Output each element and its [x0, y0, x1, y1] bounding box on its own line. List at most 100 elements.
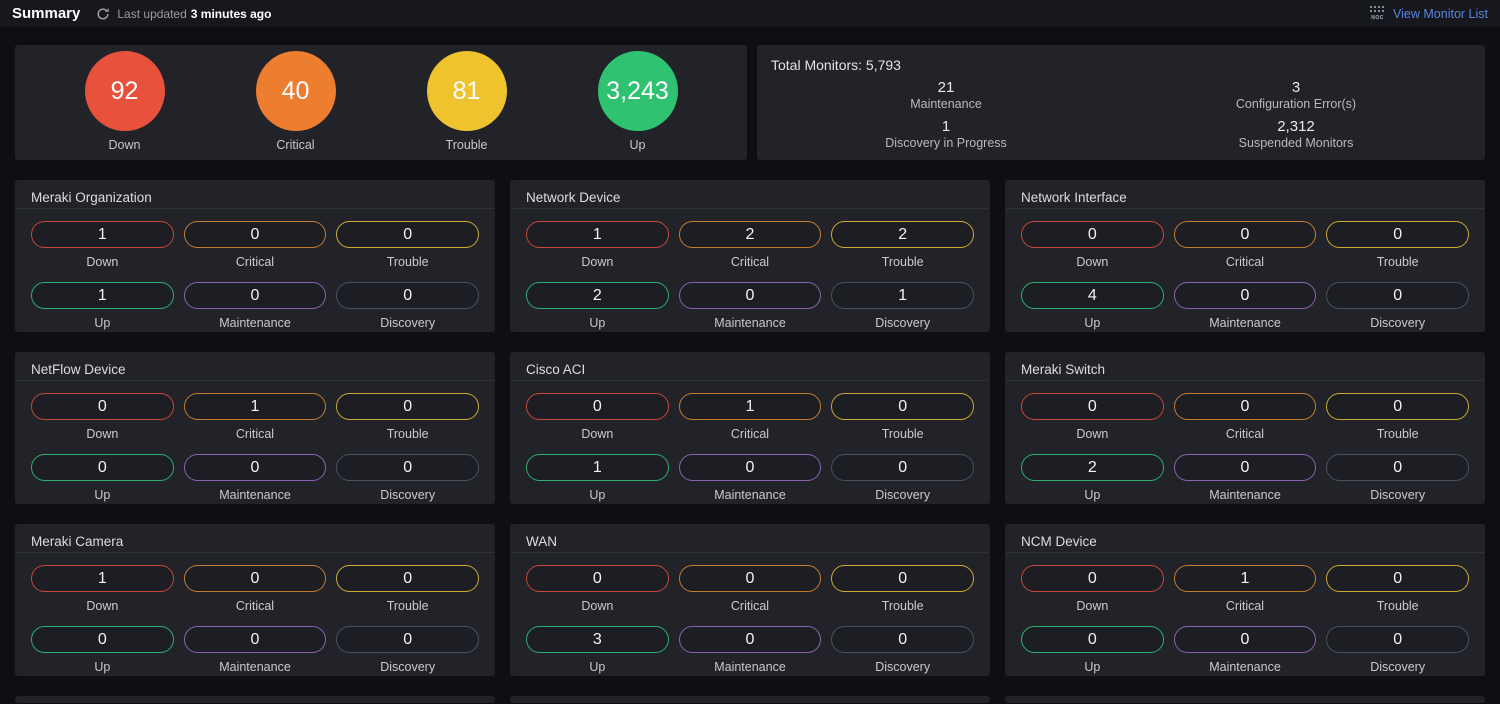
status-circle[interactable]: 81: [427, 51, 507, 131]
maintenance-label: Maintenance: [714, 488, 786, 502]
down-count-pill[interactable]: 0: [526, 393, 669, 420]
status-count-cell: 0 Up: [31, 454, 174, 502]
critical-count-pill[interactable]: 1: [679, 393, 822, 420]
critical-label: Critical: [1226, 255, 1264, 269]
maintenance-label: Maintenance: [1209, 316, 1281, 330]
maintenance-count-pill[interactable]: 0: [679, 282, 822, 309]
trouble-count-pill[interactable]: 2: [831, 221, 974, 248]
discovery-count-pill[interactable]: 0: [336, 626, 479, 653]
discovery-count-pill[interactable]: 0: [1326, 454, 1469, 481]
monitor-card: WAN0Down0Critical0Trouble3Up0Maintenance…: [510, 524, 990, 676]
critical-count-pill[interactable]: 0: [184, 221, 327, 248]
critical-count-pill[interactable]: 0: [184, 565, 327, 592]
maintenance-count-pill[interactable]: 0: [679, 454, 822, 481]
status-circle[interactable]: 92: [85, 51, 165, 131]
discovery-count-pill[interactable]: 0: [831, 454, 974, 481]
status-count-cell: 0Trouble: [336, 393, 479, 441]
up-count-pill[interactable]: 0: [1021, 626, 1164, 653]
status-count-cell: 0Maintenance: [1174, 454, 1317, 502]
status-count-cell: 0 Critical: [679, 565, 822, 613]
critical-count-pill[interactable]: 1: [1174, 565, 1317, 592]
maintenance-count-pill[interactable]: 0: [184, 282, 327, 309]
discovery-count-pill[interactable]: 0: [831, 626, 974, 653]
up-count-pill[interactable]: 3: [526, 626, 669, 653]
status-item-down[interactable]: 92 Down: [85, 43, 165, 152]
status-circle[interactable]: 3,243: [598, 51, 678, 131]
up-count-pill[interactable]: 0: [31, 454, 174, 481]
trouble-label: Trouble: [882, 427, 924, 441]
down-count-pill[interactable]: 0: [1021, 393, 1164, 420]
maintenance-label: Maintenance: [1209, 660, 1281, 674]
up-count-pill[interactable]: 1: [31, 282, 174, 309]
discovery-count-pill[interactable]: 1: [831, 282, 974, 309]
critical-count-pill[interactable]: 2: [679, 221, 822, 248]
status-item-up[interactable]: 3,243 Up: [598, 43, 678, 152]
maintenance-count-pill[interactable]: 0: [1174, 454, 1317, 481]
noc-view-icon[interactable]: NOC: [1370, 6, 1385, 21]
critical-count-pill[interactable]: 0: [679, 565, 822, 592]
status-count-cell: 0Down: [526, 393, 669, 441]
status-count-cell: 0Discovery: [336, 282, 479, 330]
down-count-pill[interactable]: 0: [526, 565, 669, 592]
monitor-card: NetFlow Device0Down1Critical0Trouble0Up0…: [15, 352, 495, 504]
discovery-label: Discovery: [1370, 660, 1425, 674]
up-label: Up: [94, 488, 110, 502]
critical-label: Critical: [236, 255, 274, 269]
up-label: Up: [1084, 316, 1100, 330]
critical-count-pill[interactable]: 0: [1174, 221, 1317, 248]
trouble-count-pill[interactable]: 0: [1326, 393, 1469, 420]
status-circle[interactable]: 40: [256, 51, 336, 131]
monitor-card: Meraki Organization1Down0Critical0Troubl…: [15, 180, 495, 332]
down-count-pill[interactable]: 0: [1021, 565, 1164, 592]
refresh-icon[interactable]: [96, 7, 110, 21]
last-updated-value: 3 minutes ago: [191, 7, 272, 21]
trouble-count-pill[interactable]: 0: [336, 393, 479, 420]
trouble-count-pill[interactable]: 0: [1326, 221, 1469, 248]
maintenance-count-pill[interactable]: 0: [184, 626, 327, 653]
trouble-count-pill[interactable]: 0: [831, 393, 974, 420]
card-title: Meraki Switch: [1005, 352, 1485, 380]
critical-label: Critical: [731, 599, 769, 613]
down-count-pill[interactable]: 1: [31, 221, 174, 248]
view-monitor-list-link[interactable]: View Monitor List: [1393, 7, 1488, 21]
critical-count-pill[interactable]: 1: [184, 393, 327, 420]
trouble-count-pill[interactable]: 0: [1326, 565, 1469, 592]
status-count-cell: 2Trouble: [831, 221, 974, 269]
up-count-pill[interactable]: 0: [31, 626, 174, 653]
trouble-count-pill[interactable]: 0: [831, 565, 974, 592]
maintenance-label: Maintenance: [219, 316, 291, 330]
trouble-count-pill[interactable]: 0: [336, 221, 479, 248]
maintenance-count-pill[interactable]: 0: [679, 626, 822, 653]
down-count-pill[interactable]: 0: [1021, 221, 1164, 248]
status-item-trouble[interactable]: 81 Trouble: [427, 43, 507, 152]
discovery-count-pill[interactable]: 0: [336, 454, 479, 481]
card-title: Network Device: [510, 180, 990, 208]
discovery-label: Discovery: [380, 660, 435, 674]
status-count-cell: 0Maintenance: [679, 282, 822, 330]
up-count-pill[interactable]: 4: [1021, 282, 1164, 309]
trouble-label: Trouble: [1377, 599, 1419, 613]
critical-label: Critical: [236, 427, 274, 441]
up-count-pill[interactable]: 2: [1021, 454, 1164, 481]
trouble-count-pill[interactable]: 0: [336, 565, 479, 592]
status-item-critical[interactable]: 40 Critical: [256, 43, 336, 152]
maintenance-count-pill[interactable]: 0: [184, 454, 327, 481]
status-count-cell: 2Critical: [679, 221, 822, 269]
discovery-count-pill[interactable]: 0: [336, 282, 479, 309]
total-monitors-panel: Total Monitors: 5,793 21 Maintenance 3 C…: [757, 45, 1485, 160]
last-updated-label: Last updated: [117, 7, 186, 21]
discovery-count-pill[interactable]: 0: [1326, 626, 1469, 653]
down-count-pill[interactable]: 1: [31, 565, 174, 592]
status-count-cell: 0Up: [1021, 626, 1164, 674]
critical-count-pill[interactable]: 0: [1174, 393, 1317, 420]
maintenance-count-pill[interactable]: 0: [1174, 282, 1317, 309]
down-label: Down: [86, 599, 118, 613]
critical-label: Critical: [1226, 427, 1264, 441]
up-count-pill[interactable]: 1: [526, 454, 669, 481]
up-count-pill[interactable]: 2: [526, 282, 669, 309]
discovery-count-pill[interactable]: 0: [1326, 282, 1469, 309]
down-count-pill[interactable]: 1: [526, 221, 669, 248]
maintenance-count-pill[interactable]: 0: [1174, 626, 1317, 653]
status-count-cell: 1Discovery: [831, 282, 974, 330]
down-count-pill[interactable]: 0: [31, 393, 174, 420]
